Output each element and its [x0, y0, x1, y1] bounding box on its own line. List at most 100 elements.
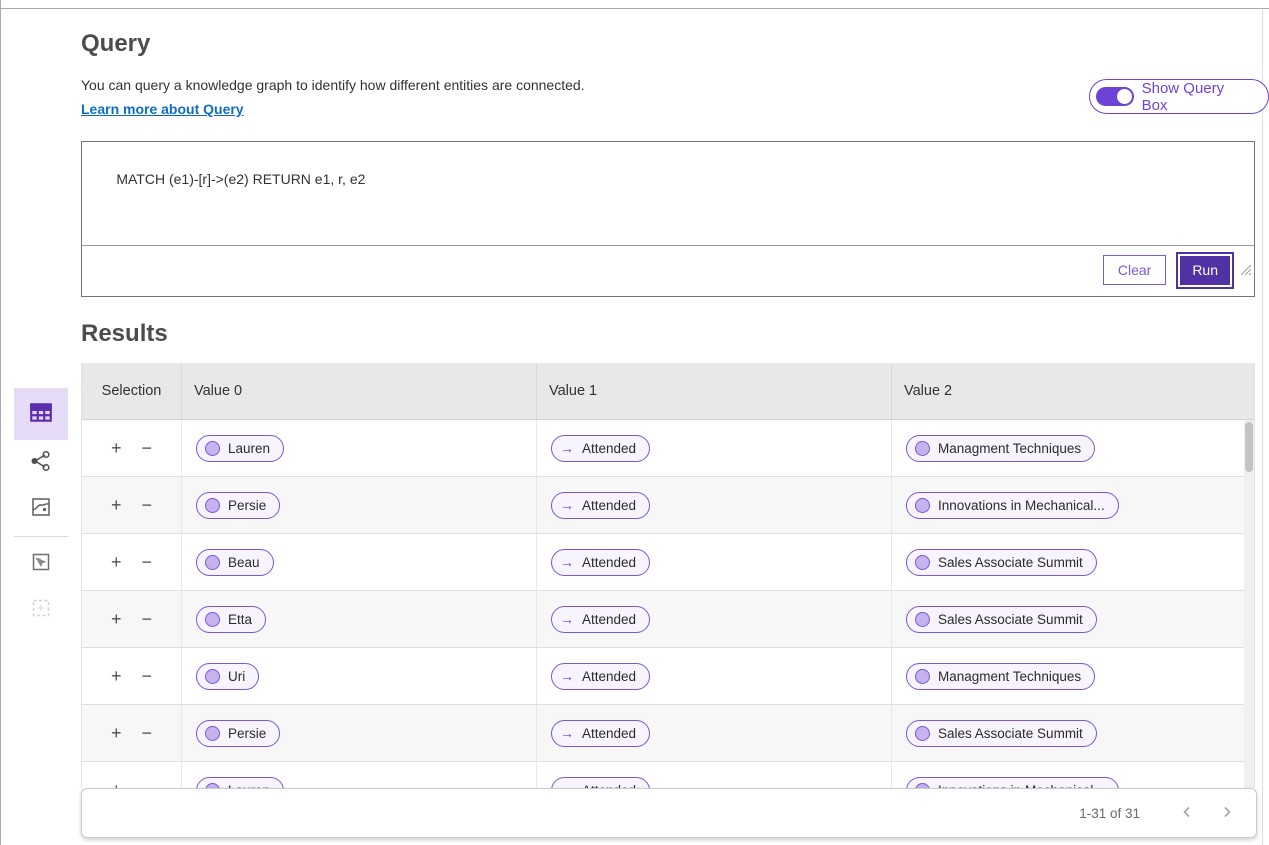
entity-label: Sales Associate Summit: [938, 555, 1083, 570]
table-row: + − Lauren → Attended Managment Techniqu…: [82, 420, 1244, 477]
value1-cell: → Attended: [537, 534, 892, 590]
entity-pill[interactable]: Lauren: [196, 777, 284, 789]
remove-from-selection-button[interactable]: −: [139, 438, 156, 459]
add-to-map-icon: [29, 550, 53, 579]
value2-cell: Sales Associate Summit: [892, 705, 1244, 761]
value0-cell: Lauren: [182, 762, 537, 788]
add-to-map-button[interactable]: [14, 541, 68, 587]
table-row: + − Persie → Attended Innovations in Mec…: [82, 477, 1244, 534]
relationship-pill[interactable]: → Attended: [551, 492, 650, 519]
remove-from-selection-button[interactable]: −: [139, 609, 156, 630]
remove-from-selection-button[interactable]: −: [139, 552, 156, 573]
remove-from-selection-button[interactable]: −: [139, 666, 156, 687]
entity-pill[interactable]: Managment Techniques: [906, 663, 1095, 690]
relationship-pill[interactable]: → Attended: [551, 777, 650, 789]
entity-icon: [915, 726, 930, 741]
table-row: + − Etta → Attended Sales Associate Summ…: [82, 591, 1244, 648]
map-icon: [29, 495, 53, 524]
run-button[interactable]: Run: [1178, 254, 1232, 287]
value2-cell: Sales Associate Summit: [892, 591, 1244, 647]
entity-label: Lauren: [228, 441, 270, 456]
relationship-pill[interactable]: → Attended: [551, 435, 650, 462]
relationship-pill[interactable]: → Attended: [551, 663, 650, 690]
entity-pill[interactable]: Uri: [196, 663, 259, 690]
selection-cell: + −: [82, 591, 182, 647]
entity-pill[interactable]: Etta: [196, 606, 266, 633]
remove-from-selection-button[interactable]: −: [139, 723, 156, 744]
entity-icon: [205, 498, 220, 513]
remove-from-selection-button[interactable]: −: [139, 780, 156, 789]
entity-pill[interactable]: Innovations in Mechanical...: [906, 492, 1119, 519]
previous-page-button[interactable]: [1174, 803, 1200, 824]
scrollbar-thumb[interactable]: [1245, 422, 1253, 472]
column-header-selection: Selection: [82, 363, 182, 419]
value1-cell: → Attended: [537, 705, 892, 761]
entity-icon: [205, 726, 220, 741]
table-row: + − Beau → Attended Sales Associate Summ…: [82, 534, 1244, 591]
relationship-pill[interactable]: → Attended: [551, 720, 650, 747]
entity-pill[interactable]: Persie: [196, 720, 280, 747]
entity-pill[interactable]: Beau: [196, 549, 274, 576]
add-to-selection-button[interactable]: +: [108, 666, 125, 687]
add-to-selection-button[interactable]: +: [108, 609, 125, 630]
entity-icon: [915, 498, 930, 513]
column-header-value0: Value 0: [182, 363, 537, 419]
value0-cell: Uri: [182, 648, 537, 704]
value2-cell: Innovations in Mechanical...: [892, 477, 1244, 533]
entity-icon: [205, 555, 220, 570]
selection-cell: + −: [82, 534, 182, 590]
table-scrollbar[interactable]: [1244, 420, 1254, 788]
add-to-selection-button[interactable]: +: [108, 495, 125, 516]
entity-label: Sales Associate Summit: [938, 612, 1083, 627]
next-page-button[interactable]: [1214, 803, 1240, 824]
clear-button[interactable]: Clear: [1103, 255, 1166, 285]
value0-cell: Beau: [182, 534, 537, 590]
relationship-pill[interactable]: → Attended: [551, 549, 650, 576]
results-title: Results: [81, 320, 168, 348]
entity-label: Beau: [228, 555, 260, 570]
value0-cell: Persie: [182, 705, 537, 761]
relationship-arrow-icon: →: [560, 725, 574, 741]
relationship-pill[interactable]: → Attended: [551, 606, 650, 633]
remove-from-selection-button[interactable]: −: [139, 495, 156, 516]
entity-label: Sales Associate Summit: [938, 726, 1083, 741]
query-input[interactable]: MATCH (e1)-[r]->(e2) RETURN e1, r, e2: [82, 142, 1254, 246]
add-to-selection-button[interactable]: +: [108, 438, 125, 459]
selection-tool-button: [14, 587, 68, 633]
entity-icon: [915, 669, 930, 684]
entity-pill[interactable]: Lauren: [196, 435, 284, 462]
relationship-label: Attended: [582, 555, 636, 570]
entity-icon: [205, 669, 220, 684]
entity-pill[interactable]: Sales Associate Summit: [906, 606, 1097, 633]
entity-pill[interactable]: Managment Techniques: [906, 435, 1095, 462]
query-page: Query You can query a knowledge graph to…: [0, 0, 1269, 845]
entity-pill[interactable]: Persie: [196, 492, 280, 519]
table-view-button[interactable]: [14, 388, 68, 440]
table-row: + − Persie → Attended Sales Associate Su…: [82, 705, 1244, 762]
table-header-row: Selection Value 0 Value 1 Value 2: [82, 363, 1254, 420]
table-icon: [28, 399, 54, 430]
selection-cell: + −: [82, 420, 182, 476]
value0-cell: Lauren: [182, 420, 537, 476]
learn-more-link[interactable]: Learn more about Query: [81, 101, 244, 117]
value1-cell: → Attended: [537, 420, 892, 476]
query-actions: Clear Run: [82, 244, 1254, 296]
table-row: + − Uri → Attended Managment Techniques: [82, 648, 1244, 705]
entity-pill[interactable]: Sales Associate Summit: [906, 549, 1097, 576]
value2-cell: Sales Associate Summit: [892, 534, 1244, 590]
map-view-button[interactable]: [14, 486, 68, 532]
add-to-selection-button[interactable]: +: [108, 552, 125, 573]
value1-cell: → Attended: [537, 648, 892, 704]
entity-pill[interactable]: Sales Associate Summit: [906, 720, 1097, 747]
add-to-selection-button[interactable]: +: [108, 780, 125, 789]
value2-cell: Managment Techniques: [892, 648, 1244, 704]
link-chart-view-button[interactable]: [14, 440, 68, 486]
entity-pill[interactable]: Innovations in Mechanical...: [906, 777, 1119, 789]
link-chart-icon: [29, 449, 53, 478]
entity-icon: [915, 441, 930, 456]
entity-label: Uri: [228, 669, 245, 684]
resize-handle-icon[interactable]: [1240, 231, 1252, 243]
view-mode-sidebar: [14, 388, 68, 633]
add-to-selection-button[interactable]: +: [108, 723, 125, 744]
show-query-box-toggle[interactable]: Show Query Box: [1089, 79, 1269, 114]
